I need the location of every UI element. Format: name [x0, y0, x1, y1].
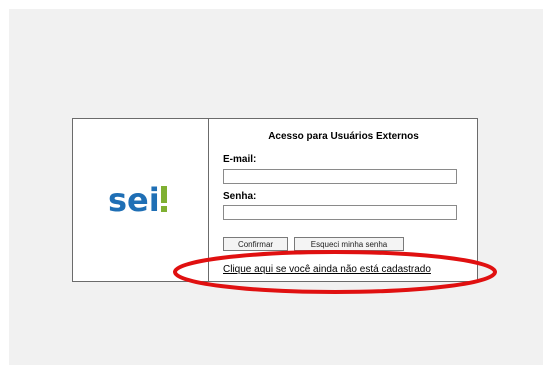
login-card: sei Acesso para Usuários Externos E-mail…: [72, 118, 478, 282]
svg-text:sei: sei: [108, 181, 160, 219]
login-form: Acesso para Usuários Externos E-mail: Se…: [210, 119, 477, 281]
register-link[interactable]: Clique aqui se você ainda não está cadas…: [223, 264, 431, 275]
logo-panel: sei: [73, 119, 209, 281]
forgot-password-button[interactable]: Esqueci minha senha: [294, 237, 404, 251]
senha-label: Senha:: [223, 191, 257, 202]
senha-input[interactable]: [223, 205, 457, 220]
confirm-button[interactable]: Confirmar: [223, 237, 288, 251]
email-label: E-mail:: [223, 154, 257, 165]
sei-logo: sei: [108, 181, 167, 219]
email-input[interactable]: [223, 169, 457, 184]
form-title: Acesso para Usuários Externos: [268, 131, 419, 142]
